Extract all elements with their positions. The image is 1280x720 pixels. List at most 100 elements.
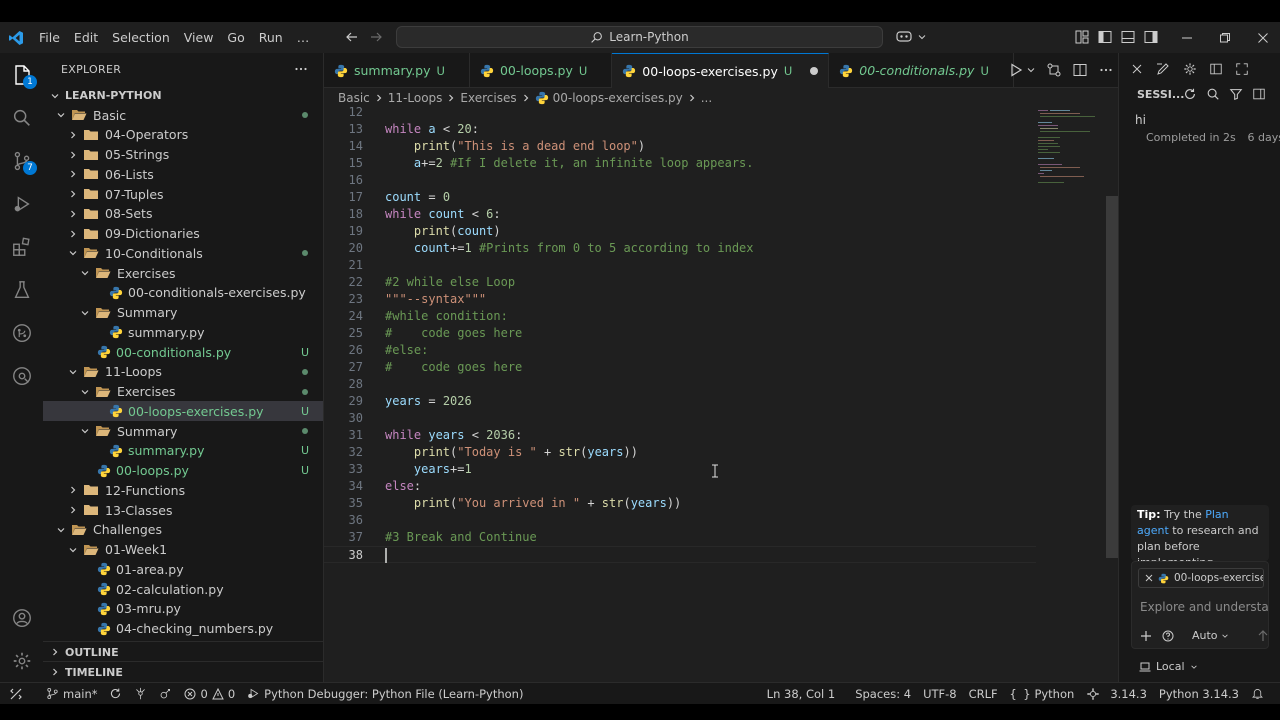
search-icon[interactable] [1206,87,1220,101]
restore-icon[interactable] [1206,22,1244,53]
tree-folder[interactable]: Summary [43,421,323,441]
settings-gear-icon[interactable] [1183,62,1197,76]
tree-file[interactable]: 04-checking_numbers.py [43,619,323,639]
breadcrumb-item[interactable]: Basic [338,91,370,105]
language-mode[interactable]: { } Python [1004,683,1081,705]
extensions-icon[interactable] [0,225,43,268]
attached-file-chip[interactable]: 00-loops-exercises.p [1138,568,1264,588]
chat-input-box[interactable]: 00-loops-exercises.p Explore and underst… [1131,561,1269,649]
tree-folder[interactable]: 09-Dictionaries [43,224,323,244]
github-icon[interactable] [0,311,43,354]
tree-file[interactable]: 02-calculation.py [43,579,323,599]
more-actions-icon[interactable] [1098,62,1114,78]
minimap[interactable] [1036,108,1110,682]
remove-attachment-icon[interactable] [1145,574,1153,582]
command-center-search[interactable]: Learn-Python [396,26,883,48]
menu-selection[interactable]: Selection [105,22,177,53]
account-icon[interactable] [0,596,43,639]
encoding[interactable]: UTF-8 [917,683,963,705]
breadcrumb-item[interactable]: ... [701,91,712,105]
search-icon[interactable] [0,96,43,139]
close-icon[interactable] [1244,22,1280,53]
notifications-indicator[interactable] [1245,683,1270,705]
tree-folder[interactable]: 13-Classes [43,500,323,520]
minimize-icon[interactable] [1168,22,1206,53]
menu-go[interactable]: Go [220,22,251,53]
tree-file[interactable]: summary.py U [43,441,323,461]
tree-folder[interactable]: 05-Strings [43,145,323,165]
editor-scrollbar[interactable] [1106,196,1118,558]
send-arrow-icon[interactable] [1257,629,1269,642]
python-env-indicator[interactable]: 3.14.3 [1080,683,1153,705]
sidebar-layout-icon[interactable] [1209,62,1223,76]
code-editor[interactable]: 12 13 while a < 20: 14 print("This is a dea… [324,105,1118,682]
timeline-section[interactable]: TIMELINE [43,661,323,682]
sync-indicator[interactable] [103,683,128,705]
tree-folder[interactable]: 07-Tuples [43,184,323,204]
cursor-position[interactable]: Ln 38, Col 1 [761,683,842,705]
testing-flask-icon[interactable] [0,268,43,311]
tree-folder[interactable]: 10-Conditionals [43,243,323,263]
toggle-primary-sidebar-icon[interactable] [1097,29,1113,45]
chat-session-item[interactable]: hi Completed in 2s 6 days [1133,113,1280,144]
chevron-down-icon[interactable] [1026,62,1036,78]
tree-folder[interactable]: 12-Functions [43,480,323,500]
remote-indicator[interactable] [0,683,28,705]
explorer-files-icon[interactable] [0,53,43,96]
git-graph-indicator[interactable] [128,683,153,705]
outline-section[interactable]: OUTLINE [43,641,323,662]
tree-folder[interactable]: 06-Lists [43,164,323,184]
run-python-file-icon[interactable] [1008,62,1024,78]
editor-tab[interactable]: 00-loops.py U [470,53,613,88]
back-arrow-icon[interactable] [344,29,360,45]
maximize-icon[interactable] [1235,62,1249,76]
tree-folder[interactable]: Exercises [43,263,323,283]
menu-more[interactable]: … [290,22,317,53]
line-endings[interactable]: CRLF [963,683,1004,705]
problems-indicator[interactable]: 0 0 [178,683,241,705]
more-actions-icon[interactable] [293,61,309,77]
tree-folder[interactable]: Exercises [43,382,323,402]
tree-folder[interactable]: 11-Loops [43,362,323,382]
breadcrumb-item[interactable]: 11-Loops [388,91,443,105]
forward-arrow-icon[interactable] [368,29,384,45]
mode-picker[interactable]: Auto [1192,629,1229,642]
indentation[interactable]: Spaces: 4 [849,683,917,705]
split-editor-icon[interactable] [1072,62,1088,78]
tree-file[interactable]: 03-mru.py [43,599,323,619]
toggle-panel-icon[interactable] [1120,29,1136,45]
tree-file[interactable]: summary.py [43,322,323,342]
editor-tab[interactable]: 00-conditionals.py U [829,53,1014,88]
menu-run[interactable]: Run [252,22,290,53]
debug-config-indicator[interactable]: Python Debugger: Python File (Learn-Pyth… [241,683,529,705]
tree-file[interactable]: 00-loops.py U [43,461,323,481]
menu-view[interactable]: View [177,22,221,53]
branch-indicator[interactable]: main* [40,683,103,705]
remote-explorer-icon[interactable] [0,354,43,397]
toggle-sidebar-icon[interactable] [1252,87,1266,101]
tree-file[interactable]: 00-conditionals-exercises.py [43,283,323,303]
help-icon[interactable] [1162,630,1174,642]
run-debug-icon[interactable] [0,182,43,225]
menu-file[interactable]: File [32,22,67,53]
editor-tab[interactable]: 00-loops-exercises.py U [612,53,830,88]
tree-folder[interactable]: 04-Operators [43,125,323,145]
breadcrumb-item[interactable]: Exercises [460,91,516,105]
tree-folder[interactable]: Basic [43,105,323,125]
session-location-picker[interactable]: Local [1139,660,1198,673]
editor-tab[interactable]: summary.py U [324,53,470,88]
tree-folder[interactable]: Challenges [43,520,323,540]
filter-icon[interactable] [1229,87,1243,101]
tree-folder[interactable]: 08-Sets [43,204,323,224]
unsaved-dot[interactable] [810,67,819,75]
customize-layout-icon[interactable] [1074,29,1090,45]
settings-gear-icon[interactable] [0,639,43,682]
new-chat-icon[interactable] [1155,61,1171,77]
tree-folder[interactable]: Summary [43,303,323,323]
close-icon[interactable] [1131,63,1143,75]
ports-indicator[interactable] [153,683,178,705]
refresh-icon[interactable] [1183,87,1197,101]
menu-edit[interactable]: Edit [67,22,105,53]
breadcrumb-item[interactable]: 00-loops-exercises.py [553,91,683,105]
add-context-icon[interactable] [1140,630,1152,642]
